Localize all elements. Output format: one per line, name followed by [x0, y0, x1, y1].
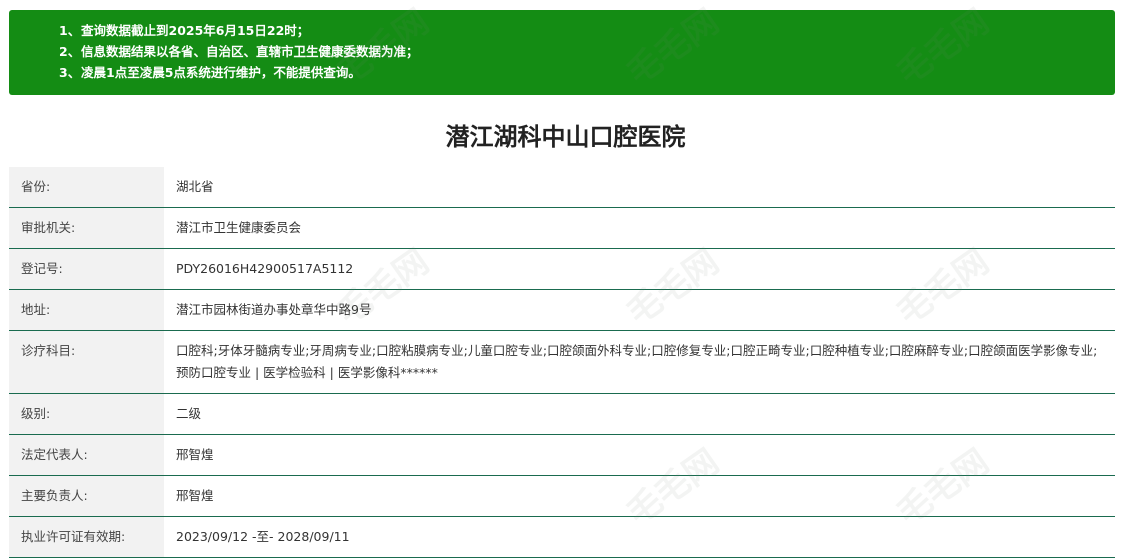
row-value: 二级	[164, 393, 1115, 435]
row-label: 诊疗科目:	[9, 330, 164, 394]
notice-banner: 1、查询数据截止到2025年6月15日22时； 2、信息数据结果以各省、自治区、…	[9, 10, 1115, 95]
row-label: 级别:	[9, 393, 164, 435]
notice-item-number: 2、	[59, 44, 81, 59]
table-row: 执业许可证有效期: 2023/09/12 -至- 2028/09/11	[9, 516, 1115, 558]
notice-item-text: 查询数据截止到2025年6月15日22时；	[81, 23, 310, 38]
notice-item: 2、信息数据结果以各省、自治区、直辖市卫生健康委数据为准；	[59, 41, 1115, 62]
row-label: 审批机关:	[9, 207, 164, 249]
table-row: 诊疗科目: 口腔科;牙体牙髓病专业;牙周病专业;口腔粘膜病专业;儿童口腔专业;口…	[9, 330, 1115, 394]
notice-item: 3、凌晨1点至凌晨5点系统进行维护，不能提供查询。	[59, 62, 1115, 83]
row-label: 地址:	[9, 289, 164, 331]
row-value: 邢智煌	[164, 434, 1115, 476]
table-row: 级别: 二级	[9, 393, 1115, 435]
row-value: 口腔科;牙体牙髓病专业;牙周病专业;口腔粘膜病专业;儿童口腔专业;口腔颌面外科专…	[164, 330, 1115, 394]
table-row: 登记号: PDY26016H42900517A5112	[9, 248, 1115, 290]
table-row: 省份: 湖北省	[9, 167, 1115, 208]
row-label: 主要负责人:	[9, 475, 164, 517]
row-value: 邢智煌	[164, 475, 1115, 517]
row-value: 2023/09/12 -至- 2028/09/11	[164, 516, 1115, 558]
table-row: 主要负责人: 邢智煌	[9, 475, 1115, 517]
notice-item-number: 3、	[59, 65, 81, 80]
row-label: 法定代表人:	[9, 434, 164, 476]
notice-item-text: 凌晨1点至凌晨5点系统进行维护，不能提供查询。	[81, 65, 361, 80]
row-label: 执业许可证有效期:	[9, 516, 164, 558]
row-value: PDY26016H42900517A5112	[164, 248, 1115, 290]
table-row: 法定代表人: 邢智煌	[9, 434, 1115, 476]
notice-item: 1、查询数据截止到2025年6月15日22时；	[59, 20, 1115, 41]
notice-item-text: 信息数据结果以各省、自治区、直辖市卫生健康委数据为准；	[81, 44, 419, 59]
hospital-info-table: 省份: 湖北省 审批机关: 潜江市卫生健康委员会 登记号: PDY26016H4…	[9, 167, 1115, 558]
page-title: 潜江湖科中山口腔医院	[445, 123, 686, 151]
table-row: 审批机关: 潜江市卫生健康委员会	[9, 207, 1115, 249]
table-row: 地址: 潜江市园林街道办事处章华中路9号	[9, 289, 1115, 331]
row-value: 湖北省	[164, 167, 1115, 208]
row-value: 潜江市园林街道办事处章华中路9号	[164, 289, 1115, 331]
notice-item-number: 1、	[59, 23, 81, 38]
row-value: 潜江市卫生健康委员会	[164, 207, 1115, 249]
row-label: 登记号:	[9, 248, 164, 290]
row-label: 省份:	[9, 167, 164, 208]
